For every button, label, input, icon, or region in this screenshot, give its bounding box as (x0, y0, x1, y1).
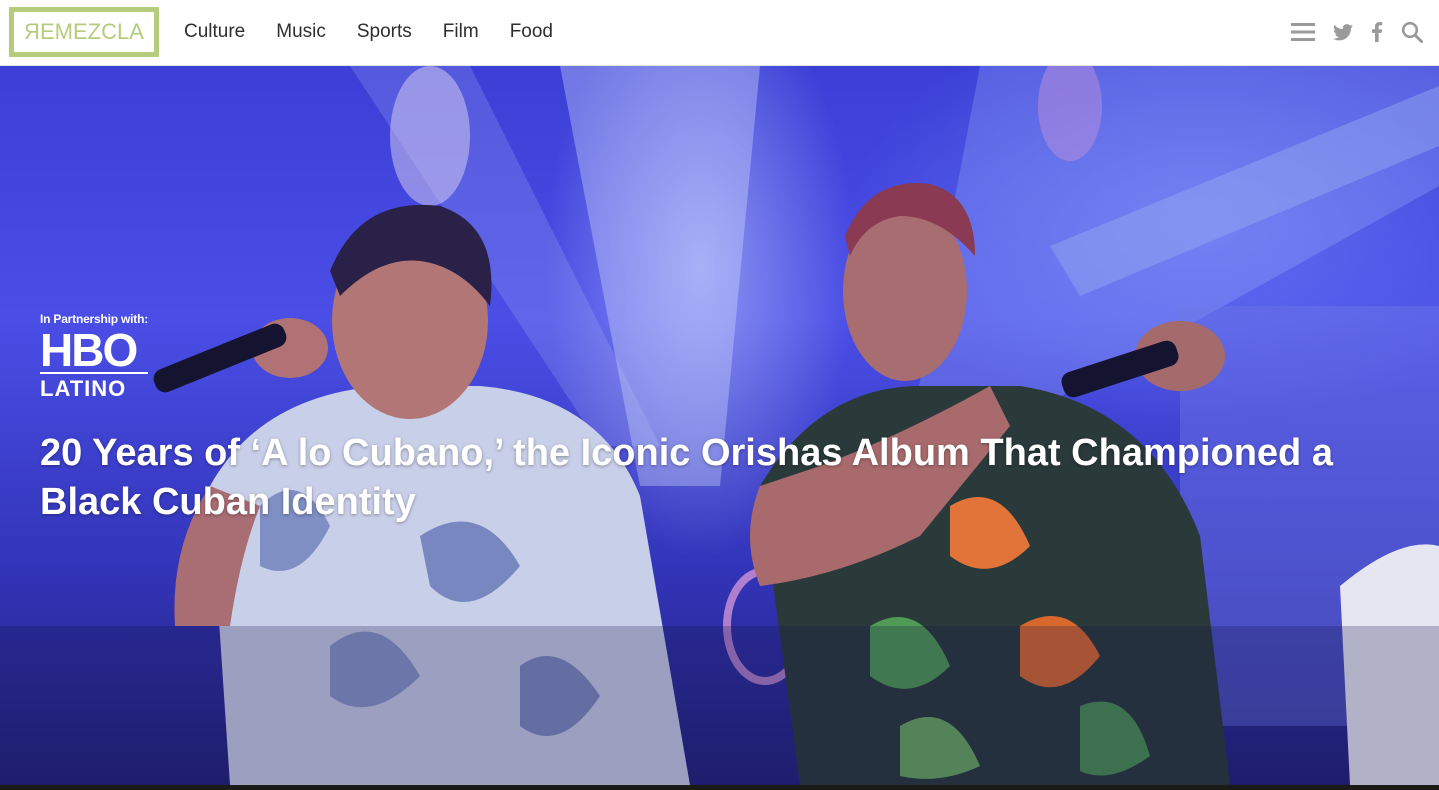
logo-wordmark: EMEZCLA (39, 19, 144, 44)
page-bottom-edge (0, 785, 1439, 790)
hero-photo (0, 66, 1439, 785)
hbo-logo: HBO (40, 324, 138, 376)
nav-item-food[interactable]: Food (510, 21, 553, 43)
facebook-icon[interactable] (1371, 22, 1383, 42)
hero-feature[interactable]: In Partnership with: HBO LATINO 20 Years… (0, 66, 1439, 785)
search-icon[interactable] (1401, 21, 1423, 43)
nav-item-culture[interactable]: Culture (184, 21, 245, 43)
nav-item-music[interactable]: Music (276, 21, 326, 43)
logo-reversed-letter: R (24, 19, 40, 44)
main-nav: Culture Music Sports Film Food (184, 0, 584, 64)
nav-item-sports[interactable]: Sports (357, 21, 412, 43)
partner-badge: In Partnership with: HBO LATINO (40, 312, 148, 402)
nav-item-film[interactable]: Film (443, 21, 479, 43)
remezcla-logo[interactable]: R EMEZCLA (9, 7, 159, 57)
twitter-icon[interactable] (1333, 23, 1353, 41)
site-header: R EMEZCLA Culture Music Sports Film Food (0, 0, 1439, 66)
hbo-logo-sub: LATINO (40, 372, 148, 402)
header-tools (1273, 18, 1423, 46)
menu-icon[interactable] (1291, 22, 1315, 42)
article-headline[interactable]: 20 Years of ‘A lo Cubano,’ the Iconic Or… (40, 429, 1410, 527)
